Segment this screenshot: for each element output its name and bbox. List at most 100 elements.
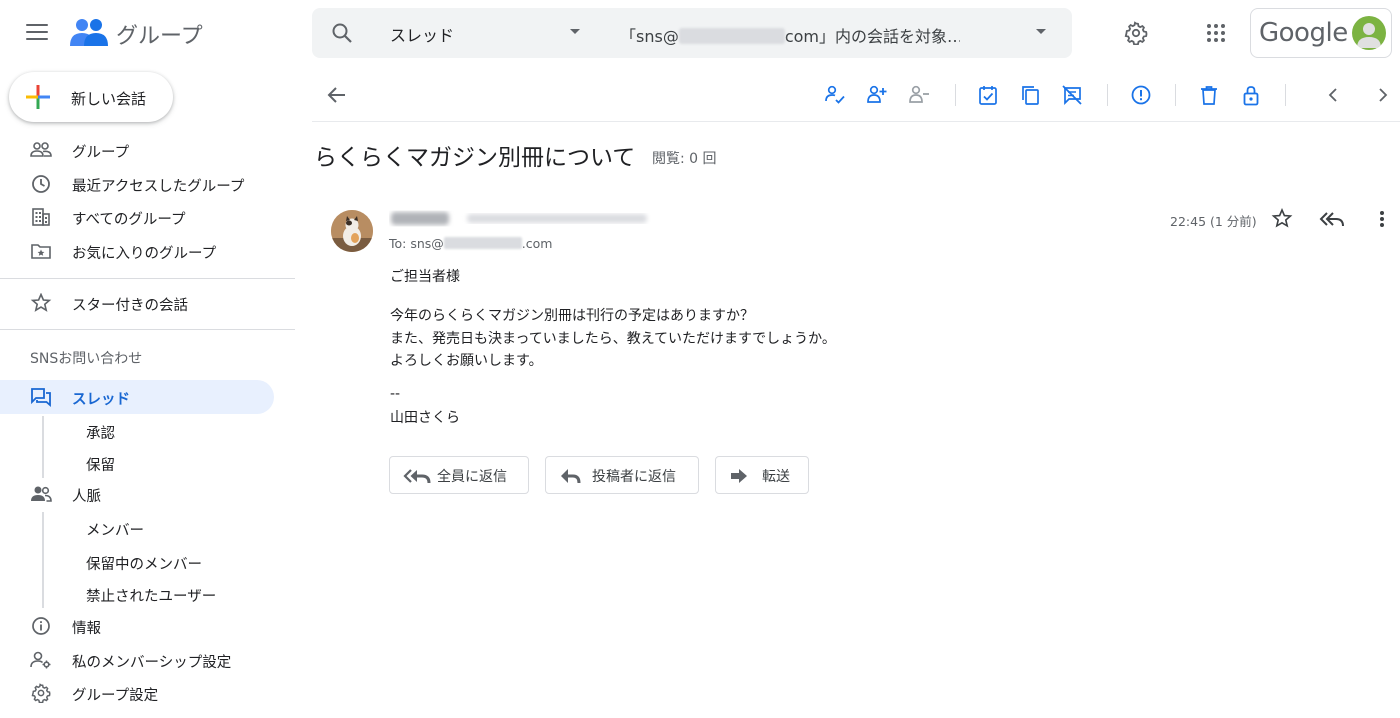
lock-icon[interactable]: [1240, 84, 1262, 106]
message-body-line: よろしくお願いします。: [390, 353, 543, 369]
message-body-line: 今年のらくらくマガジン別冊は刊行の予定はありますか？: [390, 308, 754, 324]
sidebar-item-label: メンバー: [86, 523, 144, 539]
more-vert-icon[interactable]: [1372, 208, 1392, 230]
sender-avatar[interactable]: [331, 210, 373, 252]
reply-all-label: 全員に返信: [437, 469, 507, 485]
recipient-prefix: To: sns@: [389, 236, 444, 251]
sidebar-item-people[interactable]: 人脈: [0, 477, 274, 511]
search-icon[interactable]: [330, 21, 354, 45]
reply-all-icon: [403, 469, 431, 484]
sidebar-item-label: 承認: [86, 426, 115, 442]
sidebar-item-label: 禁止されたユーザー: [86, 589, 217, 605]
new-conversation-label: 新しい会話: [71, 90, 147, 108]
recipient-line: To: sns@ .com: [389, 236, 552, 251]
sidebar-item-recent-groups[interactable]: 最近アクセスしたグループ: [0, 167, 274, 201]
app-title[interactable]: グループ: [116, 18, 203, 50]
chevron-right-icon[interactable]: [1372, 84, 1394, 106]
forward-label: 転送: [762, 469, 790, 485]
message-signature: 山田さくら: [390, 410, 460, 426]
toolbar-separator: [955, 84, 956, 106]
search-input[interactable]: 「sns@ com」内の会話を対象…: [620, 23, 960, 47]
star-outline-icon[interactable]: [1271, 208, 1293, 230]
toolbar-separator: [1107, 84, 1108, 106]
sidebar-item-label: 私のメンバーシップ設定: [72, 655, 232, 671]
people-icon: [31, 486, 52, 502]
redacted-text: [443, 237, 522, 249]
sidebar-item-label: スレッド: [72, 392, 130, 408]
sidebar-divider: [0, 278, 295, 279]
toolbar-separator: [1175, 84, 1176, 106]
search-query-suffix: com」内の会話を対象…: [784, 27, 960, 46]
group-section-title[interactable]: SNSお問い合わせ: [30, 348, 142, 368]
account-avatar[interactable]: [1352, 16, 1386, 50]
back-arrow-icon[interactable]: [326, 84, 348, 106]
settings-gear-icon[interactable]: [1124, 21, 1148, 45]
sidebar-item-favorite-groups[interactable]: お気に入りのグループ: [0, 234, 274, 268]
forum-icon: [31, 388, 51, 407]
duplicate-icon[interactable]: [1019, 84, 1041, 106]
toolbar-divider: [312, 121, 1400, 122]
chevron-down-icon[interactable]: [570, 29, 580, 34]
sidebar-item-all-groups[interactable]: すべてのグループ: [0, 200, 274, 234]
add-person-icon[interactable]: [866, 84, 888, 106]
groups-logo-icon: [70, 19, 108, 46]
apps-grid-icon[interactable]: [1206, 23, 1226, 43]
gear-icon: [31, 683, 51, 703]
info-icon: [32, 617, 50, 635]
checklist-icon[interactable]: [977, 84, 999, 106]
main-menu-icon[interactable]: [26, 24, 48, 42]
sidebar-item-label: グループ設定: [72, 688, 159, 704]
new-conversation-button[interactable]: 新しい会話: [9, 72, 173, 122]
search-query-prefix: 「sns@: [620, 27, 679, 46]
reply-author-label: 投稿者に返信: [592, 469, 676, 485]
building-icon: [32, 208, 50, 226]
person-settings-icon: [30, 651, 51, 669]
reply-icon: [561, 469, 581, 484]
message-timestamp: 22:45 (1 分前): [1170, 214, 1257, 229]
reply-author-button[interactable]: 投稿者に返信: [545, 456, 699, 494]
sidebar-item-label: 保留中のメンバー: [86, 557, 202, 573]
forward-button[interactable]: 転送: [715, 456, 809, 494]
toolbar-separator: [1285, 84, 1286, 106]
star-folder-icon: [31, 244, 51, 259]
account-switcher[interactable]: Google: [1250, 8, 1392, 58]
mark-complete-person-icon[interactable]: [824, 84, 846, 106]
search-scope-select[interactable]: スレッド: [390, 22, 454, 46]
clock-icon: [32, 175, 50, 193]
sidebar-item-label: お気に入りのグループ: [72, 246, 217, 262]
sidebar-item-pending-members[interactable]: 保留中のメンバー: [0, 547, 274, 577]
delete-trash-icon[interactable]: [1198, 84, 1220, 106]
remove-person-icon[interactable]: [908, 84, 930, 106]
sidebar-item-hold[interactable]: 保留: [0, 448, 274, 478]
no-comments-icon[interactable]: [1061, 84, 1083, 106]
sidebar-item-label: 人脈: [72, 489, 101, 505]
sidebar-item-banned-users[interactable]: 禁止されたユーザー: [0, 579, 274, 609]
view-count: 閲覧: 0 回: [652, 151, 717, 167]
sidebar-item-members[interactable]: メンバー: [0, 513, 274, 543]
reply-all-button[interactable]: 全員に返信: [389, 456, 529, 494]
sidebar-item-groups[interactable]: グループ: [0, 133, 274, 167]
chevron-left-icon[interactable]: [1322, 84, 1344, 106]
sidebar-item-info[interactable]: 情報: [0, 609, 274, 643]
sender-name-redacted: [391, 212, 647, 225]
search-bar[interactable]: スレッド 「sns@ com」内の会話を対象…: [312, 8, 1072, 58]
search-options-chevron-icon[interactable]: [1036, 29, 1046, 34]
message-greeting: ご担当者様: [390, 269, 460, 285]
recipient-suffix: .com: [521, 236, 553, 251]
forward-arrow-icon: [731, 469, 747, 483]
sidebar-item-group-settings[interactable]: グループ設定: [0, 676, 274, 710]
sidebar-item-threads[interactable]: スレッド: [0, 380, 274, 414]
star-outline-icon: [30, 293, 52, 312]
sidebar-item-label: すべてのグループ: [72, 212, 186, 228]
sidebar-item-label: 保留: [86, 458, 115, 474]
redacted-text: [678, 28, 785, 44]
sidebar-item-label: スター付きの会話: [72, 298, 188, 314]
sidebar-item-label: 最近アクセスしたグループ: [72, 179, 245, 195]
sidebar-item-starred[interactable]: スター付きの会話: [0, 286, 274, 320]
sidebar-item-label: 情報: [72, 621, 101, 637]
report-alert-icon[interactable]: [1130, 84, 1152, 106]
sidebar-item-approve[interactable]: 承認: [0, 416, 274, 446]
sidebar-item-my-membership[interactable]: 私のメンバーシップ設定: [0, 643, 274, 677]
reply-all-icon[interactable]: [1319, 208, 1345, 230]
google-logo: Google: [1259, 18, 1348, 48]
